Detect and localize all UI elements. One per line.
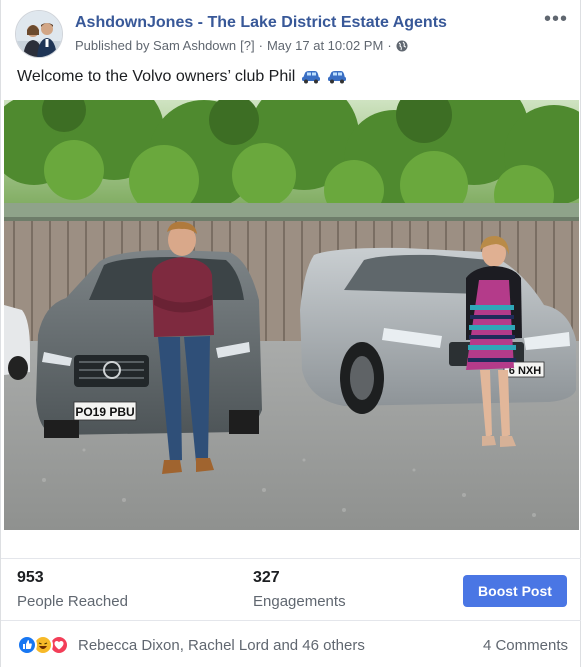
meta-separator: · [258, 38, 263, 53]
reaction-icons[interactable] [17, 635, 73, 655]
engagements-stat[interactable]: 327 Engagements [253, 569, 346, 610]
facebook-post: AshdownJones - The Lake District Estate … [0, 0, 581, 667]
post-meta: Published by Sam Ashdown [?] · May 17 at… [75, 38, 408, 53]
left-plate-text: PO19 PBU [75, 405, 134, 419]
people-reached-value: 953 [17, 569, 44, 586]
like-icon [17, 635, 37, 655]
post-message: Welcome to the Volvo owners’ club Phil [17, 68, 347, 86]
page-name-link[interactable]: AshdownJones - The Lake District Estate … [75, 14, 447, 32]
globe-icon[interactable] [396, 40, 408, 52]
engagements-value: 327 [253, 569, 280, 586]
reaction-names-link[interactable]: Rebecca Dixon, Rachel Lord and 46 others [78, 637, 365, 654]
published-by: Published by Sam Ashdown [75, 38, 237, 53]
people-reached-stat[interactable]: 953 People Reached [17, 569, 128, 610]
boost-post-button[interactable]: Boost Post [463, 575, 567, 607]
page-avatar[interactable] [15, 10, 63, 58]
more-options-icon[interactable]: ••• [544, 9, 568, 29]
reactions-bar: Rebecca Dixon, Rachel Lord and 46 others… [1, 620, 581, 667]
engagements-label: Engagements [253, 593, 346, 610]
car-emoji-icon [301, 70, 321, 84]
meta-separator: · [387, 38, 392, 53]
post-insights: 953 People Reached 327 Engagements Boost… [1, 558, 581, 620]
car-emoji-icon [327, 70, 347, 84]
post-timestamp[interactable]: May 17 at 10:02 PM [267, 38, 383, 53]
help-marker[interactable]: [?] [240, 38, 254, 53]
post-header: AshdownJones - The Lake District Estate … [15, 9, 570, 62]
comments-count-link[interactable]: 4 Comments [483, 637, 568, 654]
post-photo[interactable]: PO19 PBU 6 NXH [4, 100, 579, 530]
post-message-text: Welcome to the Volvo owners’ club Phil [17, 68, 296, 85]
people-reached-label: People Reached [17, 593, 128, 610]
